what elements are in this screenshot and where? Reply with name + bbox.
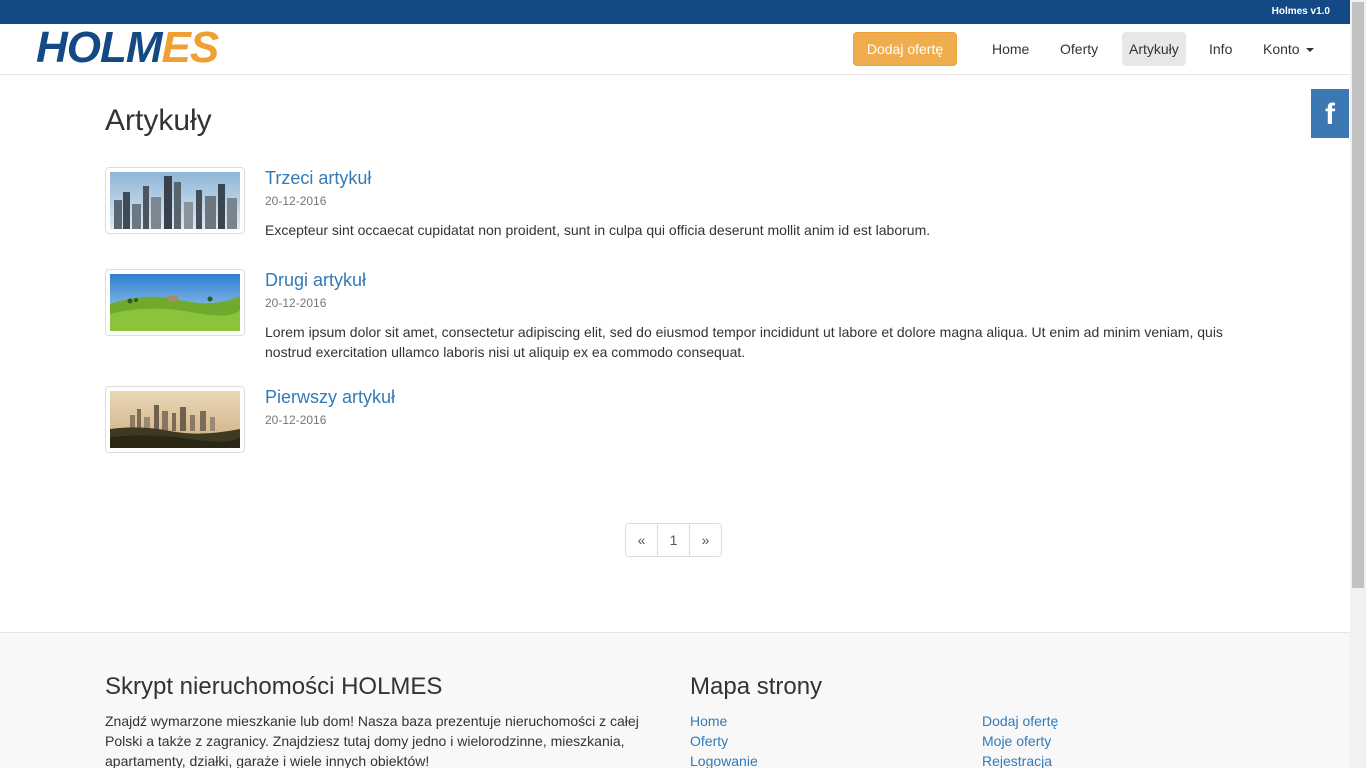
article-body: Drugi artykuł 20-12-2016 Lorem ipsum dol…: [265, 269, 1255, 362]
article-thumbnail[interactable]: [105, 167, 245, 234]
article-thumbnail[interactable]: [105, 269, 245, 336]
city-skyline-sunset-image: [110, 391, 240, 448]
footer: Skrypt nieruchomości HOLMES Znajdź wymar…: [0, 632, 1350, 768]
article-excerpt: Excepteur sint occaecat cupidatat non pr…: [265, 222, 931, 238]
article-title-link[interactable]: Pierwszy artykuł: [265, 387, 1255, 407]
footer-sitemap-title: Mapa strony: [690, 673, 823, 700]
caret-down-icon: [1305, 48, 1314, 53]
nav-home[interactable]: Home: [985, 32, 1036, 66]
article-body: Trzeci artykuł 20-12-2016 Excepteur sint…: [265, 167, 1255, 240]
footer-links-col1: Home Oferty Logowanie: [690, 711, 758, 768]
page-title: Artykuły: [105, 104, 212, 137]
green-meadow-image: [110, 274, 240, 331]
footer-link-dodaj-oferte[interactable]: Dodaj ofertę: [982, 711, 1058, 731]
logo-text-holm: HOLM: [36, 23, 163, 72]
article-thumbnail[interactable]: [105, 386, 245, 453]
footer-link-oferty[interactable]: Oferty: [690, 731, 758, 751]
nav-konto-label: Konto: [1263, 41, 1300, 57]
footer-about-title: Skrypt nieruchomości HOLMES: [105, 673, 443, 700]
footer-about-text: Znajdź wymarzone mieszkanie lub dom! Nas…: [105, 713, 639, 768]
article-date: 20-12-2016: [265, 194, 327, 208]
add-offer-button[interactable]: Dodaj ofertę: [853, 32, 957, 66]
pagination: « 1 »: [625, 523, 722, 557]
pagination-page[interactable]: 1: [657, 523, 690, 557]
article-body: Pierwszy artykuł 20-12-2016: [265, 386, 1255, 427]
nav-oferty[interactable]: Oferty: [1053, 32, 1105, 66]
pagination-next[interactable]: »: [689, 523, 722, 557]
city-skyline-image: [110, 172, 240, 229]
article-date: 20-12-2016: [265, 296, 327, 310]
footer-link-rejestracja[interactable]: Rejestracja: [982, 751, 1058, 768]
nav-info[interactable]: Info: [1202, 32, 1239, 66]
top-bar: Holmes v1.0: [0, 0, 1366, 24]
footer-link-moje-oferty[interactable]: Moje oferty: [982, 731, 1058, 751]
scrollbar-thumb[interactable]: [1352, 2, 1364, 588]
pagination-prev[interactable]: «: [625, 523, 658, 557]
article-title-link[interactable]: Drugi artykuł: [265, 270, 1255, 290]
article-date: 20-12-2016: [265, 413, 327, 427]
article-excerpt: Lorem ipsum dolor sit amet, consectetur …: [265, 324, 1223, 360]
version-label: Holmes v1.0: [1271, 6, 1330, 17]
holmes-logo[interactable]: HOLMES: [36, 23, 220, 72]
navbar: HOLMES Dodaj ofertę Home Oferty Artykuły…: [0, 24, 1350, 75]
logo-text-es: ES: [161, 23, 220, 72]
facebook-icon: f: [1325, 98, 1335, 131]
footer-links-col2: Dodaj ofertę Moje oferty Rejestracja: [982, 711, 1058, 768]
article-title-link[interactable]: Trzeci artykuł: [265, 168, 1255, 188]
footer-link-home[interactable]: Home: [690, 711, 758, 731]
nav-konto-dropdown[interactable]: Konto: [1256, 32, 1321, 66]
footer-link-logowanie[interactable]: Logowanie: [690, 751, 758, 768]
facebook-button[interactable]: f: [1311, 89, 1349, 138]
nav-artykuly[interactable]: Artykuły: [1122, 32, 1186, 66]
page-scrollbar[interactable]: [1350, 0, 1366, 768]
